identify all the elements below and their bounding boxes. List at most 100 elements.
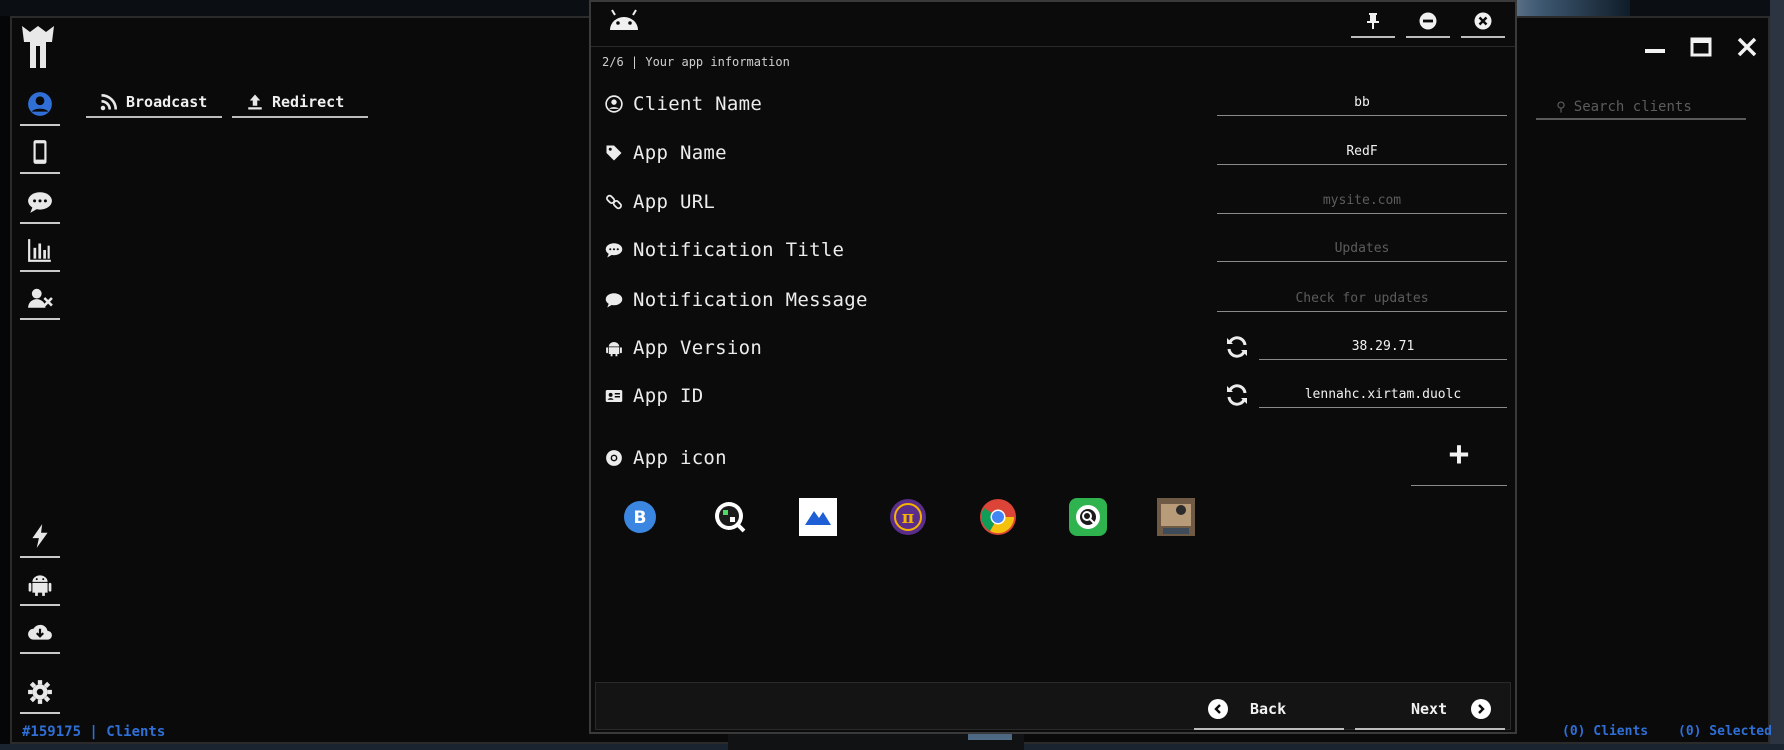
link-icon bbox=[606, 194, 622, 210]
notification-title-field[interactable] bbox=[1217, 236, 1507, 262]
cloud-download-icon bbox=[28, 624, 52, 640]
notification-title-input[interactable] bbox=[1217, 236, 1507, 261]
notification-message-field[interactable] bbox=[1217, 286, 1507, 312]
notification-message-label: Notification Message bbox=[633, 289, 868, 311]
notification-message-input[interactable] bbox=[1217, 286, 1507, 311]
app-id-label: App ID bbox=[633, 385, 704, 407]
minimize-button[interactable] bbox=[1640, 32, 1670, 62]
gear-icon bbox=[28, 680, 52, 704]
sidebar-devices[interactable] bbox=[20, 132, 60, 174]
chat-icon bbox=[28, 192, 52, 213]
id-card-icon bbox=[605, 390, 623, 402]
search-icon: ⚲ bbox=[1556, 99, 1566, 115]
app-url-input[interactable] bbox=[1217, 188, 1507, 213]
app-id-field[interactable] bbox=[1259, 382, 1507, 408]
refresh-version-icon[interactable] bbox=[1225, 335, 1249, 359]
client-name-label: Client Name bbox=[633, 93, 763, 115]
sidebar-statistics[interactable] bbox=[20, 230, 60, 272]
tab-redirect[interactable]: Redirect bbox=[232, 88, 368, 118]
android-icon bbox=[610, 9, 638, 30]
user-circle-icon bbox=[28, 92, 52, 116]
field-app-id: App ID bbox=[605, 380, 703, 412]
tab-broadcast[interactable]: Broadcast bbox=[86, 88, 222, 118]
search-input[interactable] bbox=[1571, 98, 1726, 116]
rss-icon bbox=[100, 93, 118, 111]
android-icon bbox=[28, 575, 52, 596]
app-name-input[interactable] bbox=[1217, 139, 1507, 164]
upload-icon bbox=[248, 94, 262, 110]
bar-chart-icon bbox=[28, 239, 51, 262]
comment-icon bbox=[605, 293, 623, 308]
pi-network-icon[interactable]: π bbox=[889, 498, 927, 536]
sidebar-builder[interactable] bbox=[20, 564, 60, 606]
field-notification-message: Notification Message bbox=[605, 284, 868, 316]
back-button[interactable]: Back bbox=[1194, 690, 1344, 730]
field-app-name: App Name bbox=[605, 137, 727, 169]
dialog-close-button[interactable] bbox=[1461, 6, 1505, 38]
next-button[interactable]: Next bbox=[1355, 690, 1505, 730]
chevron-right-icon bbox=[1471, 699, 1491, 719]
app-version-input[interactable] bbox=[1259, 334, 1507, 359]
maximize-button[interactable] bbox=[1686, 32, 1716, 62]
field-client-name: Client Name bbox=[605, 88, 762, 120]
whatsapp-search-icon[interactable] bbox=[1069, 498, 1107, 536]
minus-circle-icon bbox=[1419, 12, 1437, 30]
photo-icon[interactable] bbox=[1157, 498, 1195, 536]
app-info-dialog: 2/6 | Your app information Client Name A… bbox=[589, 0, 1517, 734]
app-url-field[interactable] bbox=[1217, 188, 1507, 214]
notification-title-label: Notification Title bbox=[633, 239, 845, 261]
app-version-field[interactable] bbox=[1259, 334, 1507, 360]
client-name-input[interactable] bbox=[1217, 90, 1507, 115]
client-name-field[interactable] bbox=[1217, 90, 1507, 116]
app-name-label: App Name bbox=[633, 142, 727, 164]
user-circle-icon bbox=[605, 95, 623, 113]
sidebar-downloads[interactable] bbox=[20, 612, 60, 654]
refresh-app-id-icon[interactable] bbox=[1225, 383, 1249, 407]
chevron-left-icon bbox=[1208, 699, 1228, 719]
field-notification-title: Notification Title bbox=[605, 234, 844, 266]
add-icon-button[interactable]: + bbox=[1411, 422, 1507, 486]
plus-icon: + bbox=[1448, 433, 1470, 474]
close-icon bbox=[1737, 37, 1757, 57]
tab-redirect-label: Redirect bbox=[272, 93, 345, 111]
app-version-label: App Version bbox=[633, 337, 763, 359]
svg-text:π: π bbox=[902, 508, 914, 528]
step-indicator: 2/6 | Your app information bbox=[602, 55, 790, 69]
sidebar-power[interactable] bbox=[20, 516, 60, 558]
lightning-icon bbox=[32, 524, 48, 548]
dialog-separator bbox=[591, 46, 1515, 47]
qr-search-icon[interactable] bbox=[711, 498, 749, 536]
sidebar-clients[interactable] bbox=[20, 84, 60, 126]
selected-count: (0) Selected bbox=[1678, 724, 1772, 739]
app-id-input[interactable] bbox=[1259, 382, 1507, 407]
clients-count: (0) Clients bbox=[1562, 724, 1649, 739]
chrome-icon[interactable] bbox=[979, 498, 1017, 536]
svg-text:B: B bbox=[634, 508, 647, 528]
pin-button[interactable] bbox=[1351, 6, 1395, 38]
mobile-icon bbox=[33, 140, 47, 164]
desktop-edge bbox=[1770, 0, 1784, 750]
sidebar-settings[interactable] bbox=[20, 672, 60, 714]
android-icon bbox=[606, 342, 622, 357]
close-circle-icon bbox=[1474, 12, 1492, 30]
tab-broadcast-label: Broadcast bbox=[126, 93, 208, 111]
app-icon-label: App icon bbox=[633, 447, 727, 469]
cloud-app-icon[interactable] bbox=[799, 498, 837, 536]
back-label: Back bbox=[1250, 700, 1287, 718]
close-button[interactable] bbox=[1732, 32, 1762, 62]
client-id-status: #159175 | Clients bbox=[22, 724, 166, 740]
app-logo-icon bbox=[22, 26, 54, 68]
tag-icon bbox=[606, 145, 622, 161]
app-url-label: App URL bbox=[633, 191, 716, 213]
sidebar-blocked[interactable] bbox=[20, 278, 60, 320]
pin-icon bbox=[1367, 13, 1379, 29]
dialog-minimize-button[interactable] bbox=[1406, 6, 1450, 38]
bitcoin-icon[interactable]: B bbox=[621, 498, 659, 536]
field-app-url: App URL bbox=[605, 186, 715, 218]
minimize-icon bbox=[1645, 49, 1665, 53]
app-name-field[interactable] bbox=[1217, 139, 1507, 165]
user-x-icon bbox=[28, 288, 53, 308]
field-app-version: App Version bbox=[605, 332, 762, 364]
sidebar-messages[interactable] bbox=[20, 182, 60, 224]
search-box[interactable]: ⚲ bbox=[1536, 96, 1746, 120]
